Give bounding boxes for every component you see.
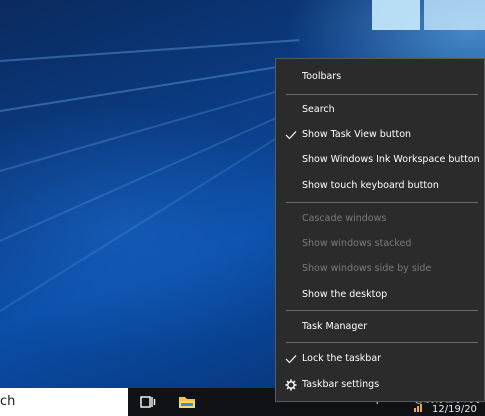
menu-item-label: Show windows side by side: [302, 263, 432, 274]
menu-item-taskbar-settings[interactable]: Taskbar settings: [276, 372, 484, 398]
wallpaper-ray: [0, 39, 300, 62]
menu-item-show-desktop[interactable]: Show the desktop: [276, 282, 484, 308]
menu-item-show-touch-keyboard[interactable]: Show touch keyboard button: [276, 173, 484, 199]
menu-item-label: Show the desktop: [302, 289, 388, 300]
menu-item-label: Taskbar settings: [302, 379, 380, 390]
menu-item-show-task-view[interactable]: Show Task View button: [276, 122, 484, 148]
windows-logo-pane: [372, 0, 420, 30]
menu-separator: [286, 94, 478, 95]
menu-item-show-ink-workspace[interactable]: Show Windows Ink Workspace button: [276, 147, 484, 173]
menu-separator: [286, 342, 478, 343]
menu-separator: [286, 202, 478, 203]
wallpaper-ray: [0, 135, 281, 312]
menu-separator: [286, 310, 478, 311]
menu-item-label: Task Manager: [302, 321, 368, 332]
menu-item-label: Cascade windows: [302, 213, 387, 224]
menu-item-cascade-windows: Cascade windows: [276, 206, 484, 232]
search-box-text: ch: [0, 394, 16, 409]
menu-item-task-manager[interactable]: Task Manager: [276, 314, 484, 340]
menu-item-label: Show Task View button: [302, 129, 412, 140]
checkmark-icon: [285, 122, 297, 148]
clock-date[interactable]: 12/19/20: [432, 404, 477, 416]
menu-item-search[interactable]: Search: [276, 97, 484, 123]
menu-item-windows-side-by-side: Show windows side by side: [276, 256, 484, 282]
tray-bars-icon: [414, 404, 422, 412]
wallpaper-ray: [0, 59, 317, 112]
folder-icon[interactable]: [177, 392, 197, 412]
taskbar-context-menu[interactable]: Toolbars Search Show Task View button Sh…: [275, 58, 485, 402]
taskbar-search-box[interactable]: ch: [0, 388, 128, 416]
menu-item-label: Lock the taskbar: [302, 353, 382, 364]
menu-item-label: Toolbars: [302, 71, 342, 82]
gear-icon: [285, 372, 297, 398]
wallpaper-ray: [0, 79, 318, 172]
windows-logo-pane: [424, 0, 485, 30]
menu-item-windows-stacked: Show windows stacked: [276, 231, 484, 257]
checkmark-icon: [285, 346, 297, 372]
task-view-icon[interactable]: [138, 392, 158, 412]
menu-item-label: Show Windows Ink Workspace button: [302, 154, 480, 165]
menu-item-label: Show touch keyboard button: [302, 180, 439, 191]
menu-item-lock-taskbar[interactable]: Lock the taskbar: [276, 346, 484, 372]
taskbar-tray-icons[interactable]: [414, 402, 426, 416]
menu-item-label: Search: [302, 104, 335, 115]
menu-item-toolbars[interactable]: Toolbars: [276, 64, 484, 90]
menu-item-label: Show windows stacked: [302, 238, 412, 249]
